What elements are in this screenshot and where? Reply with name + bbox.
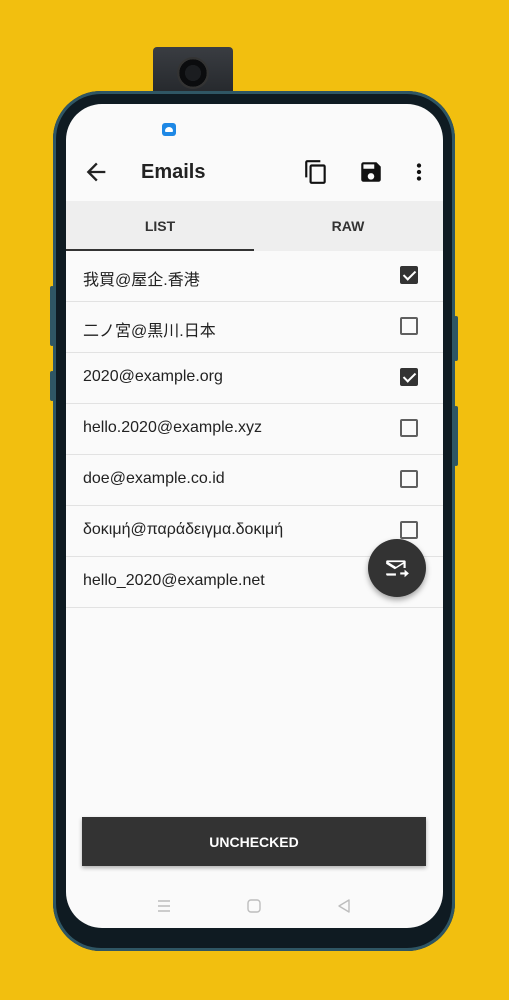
camera-lens — [177, 57, 209, 89]
email-address: δοκιμή@παράδειγμα.δοκιμή — [83, 521, 284, 538]
popup-camera — [153, 47, 233, 97]
notification-icon — [162, 123, 176, 136]
list-item[interactable]: doe@example.co.id — [66, 455, 443, 506]
list-item[interactable]: 我買@屋企.香港 — [66, 251, 443, 302]
side-button — [454, 406, 458, 466]
email-checkbox[interactable] — [400, 419, 418, 437]
phone-screen: Emails LIST RAW 我買@屋企.香港 二ノ宮@黒川.日本 2020@… — [66, 104, 443, 928]
back-nav-icon[interactable] — [336, 898, 352, 914]
list-item[interactable]: hello.2020@example.xyz — [66, 404, 443, 455]
email-address: 二ノ宮@黒川.日本 — [83, 323, 216, 340]
email-address: 我買@屋企.香港 — [83, 272, 200, 289]
email-address: 2020@example.org — [83, 368, 223, 385]
list-item[interactable]: 2020@example.org — [66, 353, 443, 404]
email-checkbox[interactable] — [400, 521, 418, 539]
tab-raw[interactable]: RAW — [254, 201, 442, 251]
app-bar: Emails — [66, 144, 443, 201]
tab-bar: LIST RAW — [66, 201, 443, 251]
more-vert-icon[interactable] — [406, 159, 432, 185]
side-button — [454, 316, 458, 361]
menu-nav-icon[interactable] — [156, 898, 172, 914]
email-checkbox[interactable] — [400, 317, 418, 335]
system-nav-bar — [66, 884, 443, 928]
status-bar — [66, 104, 443, 144]
page-title: Emails — [141, 161, 206, 183]
email-checkbox[interactable] — [400, 368, 418, 386]
email-address: hello.2020@example.xyz — [83, 419, 263, 436]
email-address: hello_2020@example.net — [83, 572, 265, 589]
tab-list[interactable]: LIST — [66, 201, 254, 251]
side-button — [50, 286, 54, 346]
list-item[interactable]: 二ノ宮@黒川.日本 — [66, 302, 443, 353]
send-email-icon — [386, 560, 409, 578]
unchecked-button[interactable]: UNCHECKED — [82, 817, 426, 866]
send-email-fab[interactable] — [368, 539, 426, 597]
email-checkbox[interactable] — [400, 266, 418, 284]
back-arrow-icon[interactable] — [82, 158, 110, 186]
side-button — [50, 371, 54, 401]
email-address: doe@example.co.id — [83, 470, 225, 487]
email-checkbox[interactable] — [400, 470, 418, 488]
home-nav-icon[interactable] — [246, 898, 262, 914]
copy-icon[interactable] — [303, 159, 329, 185]
save-icon[interactable] — [358, 159, 384, 185]
